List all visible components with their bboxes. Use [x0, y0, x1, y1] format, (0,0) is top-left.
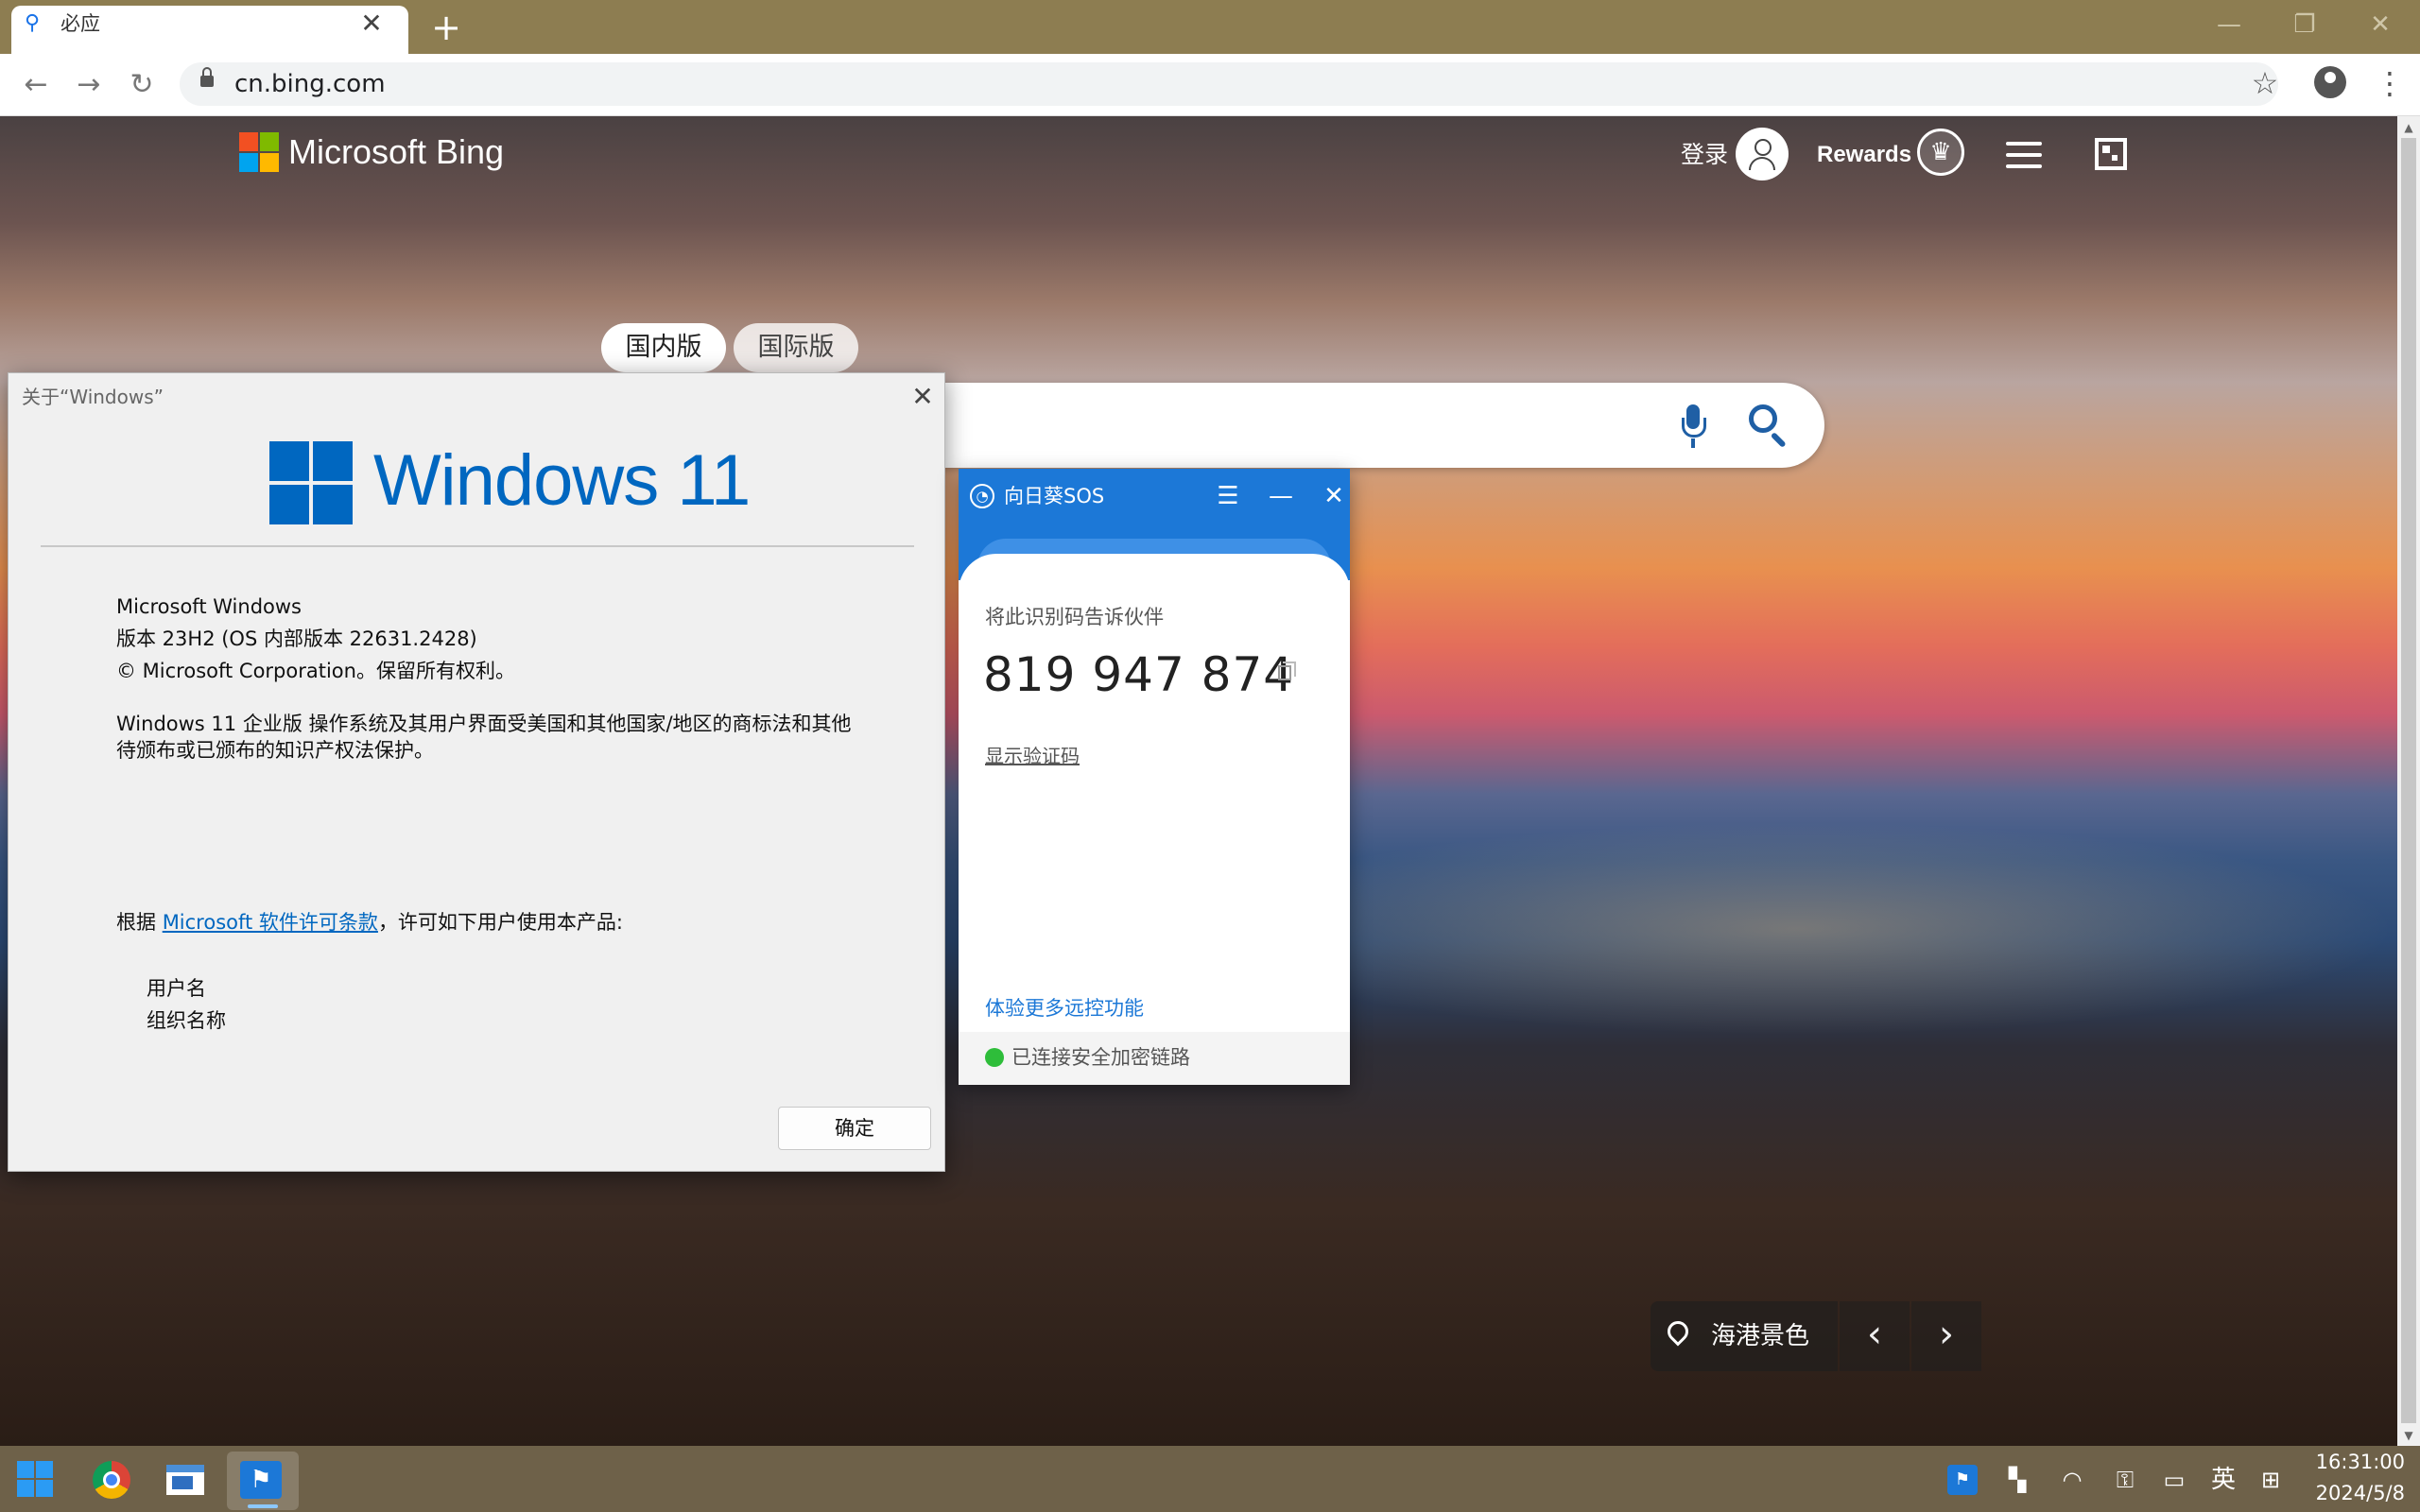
new-tab-button[interactable]: +	[427, 9, 465, 46]
about-windows-dialog: 关于“Windows” ✕ Windows 11 Microsoft Windo…	[8, 372, 945, 1172]
clock-time[interactable]: 16:31:00	[2307, 1448, 2405, 1476]
tab-close-icon[interactable]: ✕	[357, 9, 386, 38]
login-link[interactable]: 登录	[1681, 139, 1728, 171]
scrollbar-thumb[interactable]	[2401, 138, 2416, 1423]
clock-date[interactable]: 2024/5/8	[2307, 1479, 2405, 1507]
next-image-icon[interactable]: ›	[1911, 1301, 1981, 1371]
bookmark-star-icon[interactable]: ☆	[2248, 66, 2282, 100]
rewards-link[interactable]: Rewards	[1817, 139, 1911, 171]
tab-domestic[interactable]: 国内版	[601, 323, 726, 372]
organization-name: 组织名称	[147, 1009, 226, 1032]
dialog-title: 关于“Windows”	[22, 386, 164, 408]
divider	[41, 545, 914, 547]
sos-prompt: 将此识别码告诉伙伴	[985, 606, 1164, 628]
connection-status-icon	[985, 1048, 1004, 1067]
tab-international[interactable]: 国际版	[734, 323, 858, 372]
reload-icon[interactable]: ↻	[123, 66, 161, 104]
qr-code-icon[interactable]	[2095, 138, 2127, 170]
license-prefix: 根据	[116, 911, 163, 934]
ok-button[interactable]: 确定	[778, 1107, 931, 1150]
hamburger-menu-icon[interactable]	[2006, 142, 2042, 168]
scroll-down-icon[interactable]: ▼	[2401, 1429, 2416, 1442]
previous-image-icon[interactable]: ‹	[1840, 1301, 1910, 1371]
back-icon[interactable]: ←	[17, 66, 55, 104]
file-explorer-icon[interactable]	[166, 1465, 204, 1495]
account-icon[interactable]	[2314, 66, 2346, 98]
sos-menu-icon[interactable]: ☰	[1212, 480, 1244, 512]
product-name: Microsoft Windows	[116, 595, 302, 618]
trademark-notice-1: Windows 11 企业版 操作系统及其用户界面受美国和其他国家/地区的商标法…	[116, 713, 852, 735]
windows-11-wordmark: Windows 11	[373, 440, 751, 521]
active-app-indicator	[248, 1504, 278, 1508]
microphone-stand	[1691, 438, 1695, 448]
bing-brand-name[interactable]: Microsoft Bing	[288, 132, 504, 172]
sos-title: 向日葵SOS	[1004, 485, 1105, 507]
sunlogin-sos-window: ◔ 向日葵SOS ☰ — ✕ 将此识别码告诉伙伴 819 947 874 显示验…	[959, 469, 1350, 1085]
copy-icon[interactable]	[1278, 662, 1296, 680]
tab-title: 必应	[60, 12, 100, 35]
tray-bookmark-icon[interactable]: ▚	[2002, 1465, 2032, 1495]
start-windows-icon[interactable]	[17, 1461, 53, 1497]
scroll-up-icon[interactable]: ▲	[2401, 121, 2416, 134]
chrome-taskbar-icon[interactable]	[93, 1461, 130, 1499]
tray-ime-mode-icon[interactable]: ⊞	[2256, 1465, 2286, 1495]
url-text[interactable]: cn.bing.com	[234, 70, 386, 98]
browser-menu-icon[interactable]: ⋮	[2375, 66, 2405, 100]
lock-icon[interactable]	[200, 67, 214, 87]
window-restore-icon[interactable]: ❐	[2276, 6, 2333, 43]
tray-battery-icon[interactable]: ▭	[2159, 1465, 2189, 1495]
forward-icon[interactable]: →	[70, 66, 108, 104]
trademark-notice-2: 待颁布或已颁布的知识产权法保护。	[116, 739, 434, 762]
sos-close-icon[interactable]: ✕	[1318, 480, 1350, 512]
user-avatar-icon[interactable]	[1736, 128, 1789, 180]
license-statement: 根据 Microsoft 软件许可条款，许可如下用户使用本产品:	[116, 908, 623, 936]
search-icon[interactable]	[1749, 404, 1777, 433]
microsoft-logo-icon[interactable]	[239, 132, 279, 172]
copyright: © Microsoft Corporation。保留所有权利。	[116, 660, 515, 682]
windows-logo-icon	[269, 441, 353, 524]
rewards-trophy-icon[interactable]: ♛	[1917, 129, 1964, 176]
sunlogin-logo-icon: ◔	[970, 484, 994, 508]
image-caption[interactable]: 海港景色	[1711, 1319, 1809, 1353]
tray-network-icon[interactable]: ◠	[2057, 1465, 2087, 1495]
license-terms-link[interactable]: Microsoft 软件许可条款	[163, 911, 378, 934]
tray-usb-icon[interactable]: ⚿	[2110, 1465, 2140, 1495]
tray-sunlogin-icon[interactable]: ⚑	[1947, 1465, 1978, 1495]
address-bar[interactable]	[180, 62, 2278, 106]
sunlogin-taskbar-icon[interactable]: ⚑	[240, 1461, 282, 1499]
dialog-close-icon[interactable]: ✕	[908, 383, 937, 411]
more-features-link[interactable]: 体验更多远控功能	[985, 994, 1144, 1022]
license-suffix: ，许可如下用户使用本产品:	[377, 911, 624, 934]
sos-minimize-icon[interactable]: —	[1265, 480, 1297, 512]
bing-search-favicon-icon: ⚲	[25, 11, 41, 35]
window-close-icon[interactable]: ✕	[2352, 6, 2409, 43]
show-verification-code-link[interactable]: 显示验证码	[985, 743, 1080, 769]
connection-status: 已连接安全加密链路	[1011, 1046, 1190, 1069]
tray-ime-language[interactable]: 英	[2208, 1465, 2238, 1495]
user-name: 用户名	[147, 977, 206, 1000]
window-minimize-icon[interactable]: —	[2201, 6, 2257, 43]
version-info: 版本 23H2 (OS 内部版本 22631.2428)	[116, 627, 477, 650]
identification-code: 819 947 874	[983, 647, 1295, 702]
